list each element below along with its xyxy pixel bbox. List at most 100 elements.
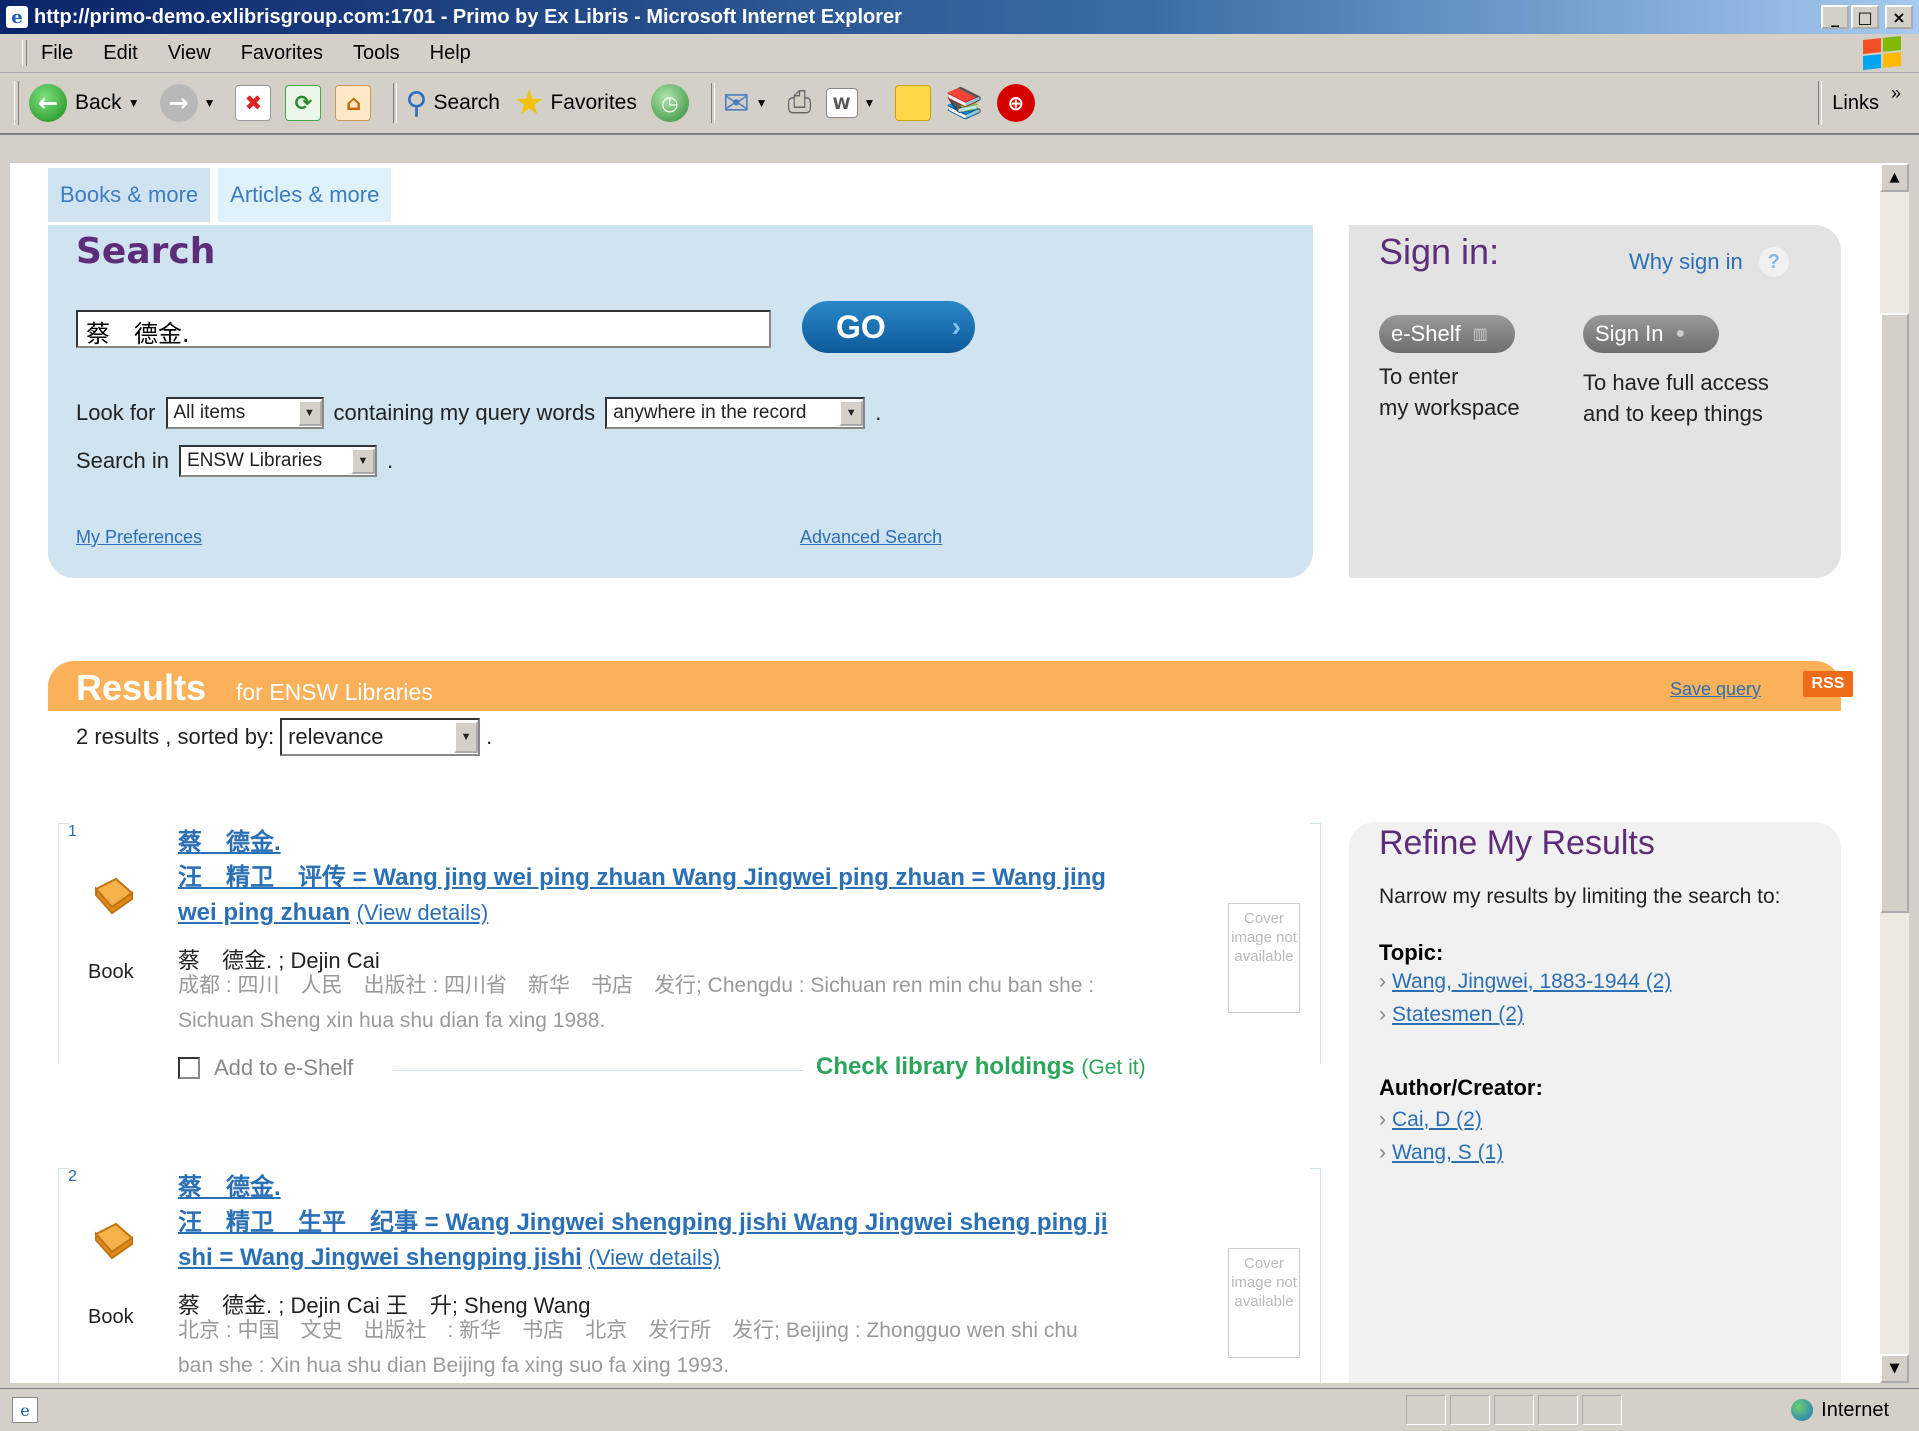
back-dropdown-icon[interactable]: ▼	[128, 96, 140, 110]
check-holdings[interactable]: Check library holdings (Get it)	[816, 1053, 1146, 1081]
sign-in-heading: Sign in:	[1379, 231, 1500, 272]
links-bar[interactable]: Links »	[1818, 73, 1901, 133]
go-button[interactable]: GO ›	[802, 301, 975, 353]
sign-in-text-line: and to keep things	[1583, 401, 1763, 426]
why-sign-in-link[interactable]: Why sign in	[1629, 249, 1743, 275]
help-icon[interactable]: ?	[1758, 247, 1789, 277]
sort-select[interactable]: relevance ▼	[280, 718, 481, 756]
result-frame	[1310, 823, 1321, 1064]
get-it-link[interactable]: (Get it)	[1081, 1056, 1145, 1079]
dropdown-arrow-icon: ▼	[839, 400, 864, 426]
toolbar-separator	[393, 83, 398, 123]
close-button[interactable]: ×	[1885, 5, 1913, 29]
favorites-button[interactable]: ★ Favorites	[514, 83, 637, 123]
search-in-select[interactable]: ENSW Libraries ▼	[178, 445, 377, 477]
results-count: 2 results , sorted by:	[76, 724, 275, 749]
tab-books-more[interactable]: Books & more	[48, 168, 211, 222]
search-input[interactable]: 蔡 德金.	[76, 310, 771, 348]
facet-topic-item[interactable]: › Wang, Jingwei, 1883-1944 (2)	[1379, 970, 1671, 994]
sign-in-button[interactable]: Sign In ●	[1583, 315, 1719, 353]
menu-edit[interactable]: Edit	[103, 42, 137, 65]
facet-author-item[interactable]: › Wang, S (1)	[1379, 1141, 1503, 1165]
chevron-right-icon: ›	[1379, 1003, 1386, 1026]
page-viewport: Books & more Articles & more Search 蔡 德金…	[10, 163, 1880, 1383]
result-title-link[interactable]: shi = Wang Jingwei shengping jishi	[178, 1244, 582, 1271]
menu-file[interactable]: File	[41, 42, 73, 65]
research-icon[interactable]: 📚	[945, 86, 982, 121]
edit-dropdown-icon[interactable]: ▼	[864, 96, 876, 110]
period-text: .	[875, 400, 882, 425]
search-button[interactable]: ⚲ Search	[405, 86, 500, 121]
history-icon[interactable]: ◷	[650, 84, 689, 122]
facet-link[interactable]: Wang, Jingwei, 1883-1944 (2)	[1392, 970, 1671, 993]
shelf-icon: ▥	[1472, 326, 1488, 343]
add-to-eshelf[interactable]: Add to e-Shelf	[178, 1055, 353, 1081]
menu-tools[interactable]: Tools	[353, 42, 400, 65]
menu-help[interactable]: Help	[430, 42, 471, 65]
search-in-label: Search in	[76, 448, 169, 473]
tab-articles-more[interactable]: Articles & more	[218, 168, 392, 222]
look-for-select[interactable]: All items ▼	[165, 397, 324, 429]
refresh-icon[interactable]: ⟳	[285, 85, 322, 121]
save-query-link[interactable]: Save query	[1670, 679, 1761, 700]
menu-view[interactable]: View	[168, 42, 211, 65]
view-details-link[interactable]: (View details)	[357, 900, 489, 925]
facet-topic-item[interactable]: › Statesmen (2)	[1379, 1003, 1524, 1027]
period-text: .	[486, 724, 493, 749]
facet-link[interactable]: Wang, S (1)	[1392, 1141, 1503, 1164]
favorites-label: Favorites	[550, 91, 637, 114]
forward-button[interactable]: → ▼	[159, 84, 222, 122]
view-details-link[interactable]: (View details)	[589, 1245, 721, 1270]
result-title-link[interactable]: 汪 精卫 评传 = Wang jing wei ping zhuan Wang …	[178, 864, 1106, 891]
dropdown-arrow-icon: ▼	[297, 400, 322, 426]
result-title-link[interactable]: 蔡 德金.	[178, 1174, 281, 1201]
sign-in-text-line: To have full access	[1583, 370, 1769, 395]
facet-link[interactable]: Cai, D (2)	[1392, 1108, 1482, 1131]
forward-dropdown-icon[interactable]: ▼	[204, 96, 216, 110]
mail-button[interactable]: ✉ ▼	[723, 84, 774, 122]
scroll-thumb[interactable]	[1880, 313, 1909, 913]
print-icon[interactable]: ⎙	[788, 86, 812, 120]
home-icon[interactable]: ⌂	[335, 85, 372, 121]
messenger-icon[interactable]: ⊕	[996, 84, 1035, 122]
eshelf-button[interactable]: e-Shelf ▥	[1379, 315, 1515, 353]
links-label: Links	[1832, 91, 1879, 114]
look-for-value: All items	[173, 402, 246, 423]
result-title-link[interactable]: 汪 精卫 生平 纪事 = Wang Jingwei shengping jish…	[178, 1209, 1108, 1236]
why-sign-in: Why sign in ?	[1629, 247, 1789, 277]
mail-dropdown-icon[interactable]: ▼	[756, 96, 768, 110]
search-icon: ⚲	[405, 86, 428, 120]
rss-icon[interactable]: RSS	[1803, 671, 1853, 697]
stop-icon[interactable]: ✖	[235, 85, 272, 121]
results-heading: Results	[76, 667, 207, 708]
result-title-link[interactable]: wei ping zhuan	[178, 899, 350, 926]
publication-line: 北京 : 中国 文史 出版社 : 新华 书店 北京 发行所 发行; Beijin…	[178, 1319, 1078, 1342]
ie-logo-icon: e	[6, 6, 28, 28]
publication-line: ban she : Xin hua shu dian Beijing fa xi…	[178, 1354, 730, 1377]
maximize-button[interactable]: □	[1851, 5, 1879, 29]
facet-author-item[interactable]: › Cai, D (2)	[1379, 1108, 1482, 1132]
facet-link[interactable]: Statesmen (2)	[1392, 1003, 1524, 1026]
scope-select[interactable]: anywhere in the record ▼	[605, 397, 866, 429]
scroll-up-icon[interactable]: ▲	[1880, 163, 1909, 192]
scope-value: anywhere in the record	[613, 402, 807, 423]
search-label: Search	[433, 91, 500, 114]
result-title-link[interactable]: 蔡 德金.	[178, 829, 281, 856]
book-icon	[94, 877, 134, 915]
links-chevron-icon[interactable]: »	[1891, 83, 1901, 104]
minimize-button[interactable]: _	[1821, 5, 1849, 29]
advanced-search-link[interactable]: Advanced Search	[800, 527, 942, 548]
scroll-down-icon[interactable]: ▼	[1880, 1354, 1909, 1383]
vertical-scrollbar[interactable]: ▲ ▼	[1880, 163, 1909, 1383]
back-button[interactable]: ← Back ▼	[19, 84, 146, 122]
result-frame	[58, 1168, 69, 1383]
my-preferences-link[interactable]: My Preferences	[76, 527, 202, 548]
status-cell	[1582, 1395, 1622, 1425]
edit-button[interactable]: W ▼	[825, 88, 882, 118]
menu-grip	[22, 40, 27, 66]
note-icon[interactable]	[895, 85, 932, 121]
topic-heading: Topic:	[1379, 940, 1444, 965]
eshelf-description: To enter my workspace	[1379, 361, 1520, 423]
add-eshelf-checkbox[interactable]	[178, 1057, 200, 1079]
menu-favorites[interactable]: Favorites	[241, 42, 323, 65]
